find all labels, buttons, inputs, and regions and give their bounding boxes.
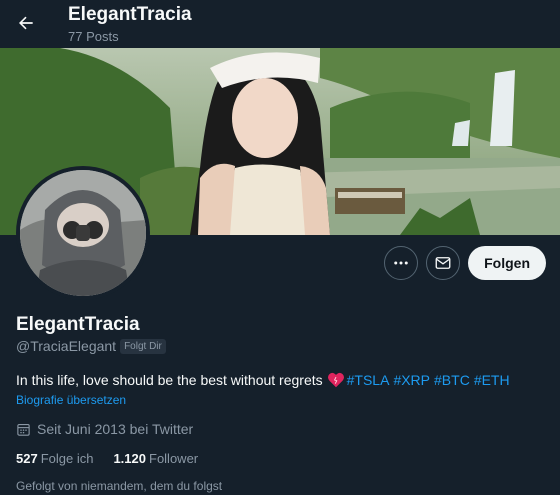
- back-button[interactable]: [8, 5, 44, 41]
- hashtag-link[interactable]: #TSLA: [347, 372, 390, 388]
- arrow-left-icon: [19, 16, 33, 30]
- join-date: Seit Juni 2013 bei Twitter: [16, 421, 193, 437]
- bio: In this life, love should be the best wi…: [16, 372, 514, 388]
- more-horizontal-icon: [394, 261, 408, 265]
- followers-label: Follower: [149, 451, 199, 466]
- user-handle: @TraciaElegant: [16, 338, 117, 354]
- followed-by-text: Gefolgt von niemandem, dem du folgst: [16, 479, 223, 493]
- followers-count: 1.120: [113, 451, 146, 466]
- followers-stat[interactable]: 1.120 Follower: [113, 451, 198, 466]
- message-button[interactable]: [426, 246, 461, 280]
- hashtag-link[interactable]: #BTC: [434, 372, 470, 388]
- display-name: ElegantTracia: [16, 314, 140, 335]
- more-button[interactable]: [384, 246, 419, 280]
- avatar[interactable]: [16, 166, 150, 300]
- bio-text: In this life, love should be the best wi…: [16, 372, 323, 388]
- post-count: 77 Posts: [68, 29, 119, 44]
- profile-actions: Folgen: [384, 246, 546, 280]
- translate-bio-link[interactable]: Biografie übersetzen: [16, 393, 126, 407]
- mail-icon: [435, 257, 451, 269]
- follows-you-badge: Folgt Dir: [120, 338, 166, 354]
- top-bar: ElegantTracia 77 Posts: [0, 0, 560, 48]
- hashtag-link[interactable]: #ETH: [474, 372, 510, 388]
- heart-icon: [327, 372, 345, 388]
- handle-row: @TraciaElegant Folgt Dir: [16, 338, 166, 354]
- following-count: 527: [16, 451, 38, 466]
- follow-stats: 527 Folge ich 1.120 Follower: [16, 451, 198, 466]
- follow-button[interactable]: Folgen: [468, 246, 546, 280]
- hashtag-link[interactable]: #XRP: [393, 372, 430, 388]
- following-label: Folge ich: [40, 451, 94, 466]
- following-stat[interactable]: 527 Folge ich: [16, 451, 93, 466]
- join-date-text: Seit Juni 2013 bei Twitter: [37, 421, 194, 437]
- header-title: ElegantTracia: [68, 4, 192, 25]
- calendar-icon: [17, 423, 30, 436]
